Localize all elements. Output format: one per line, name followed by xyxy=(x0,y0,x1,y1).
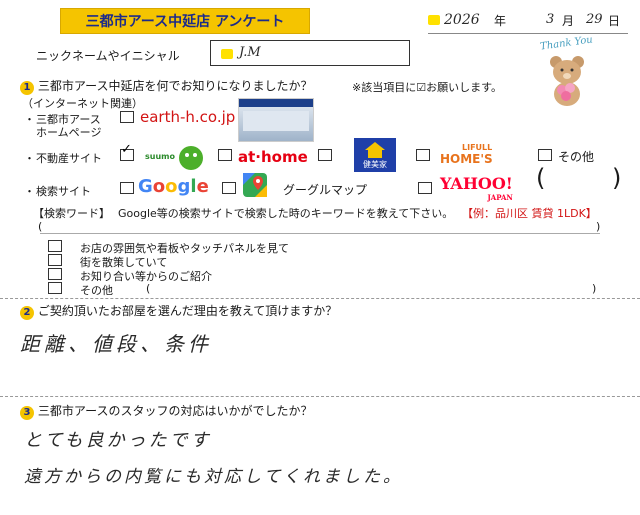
q3-answer-line-1: とても良かったです xyxy=(24,430,212,451)
section-divider xyxy=(0,298,640,299)
q1-question-text: 三都市アース中延店を何でお知りになりましたか？ xyxy=(37,79,313,93)
yahoo-sub: JAPAN xyxy=(487,193,513,202)
keyword-paren-open: ( xyxy=(38,220,43,233)
google-letter: e xyxy=(196,176,209,197)
keyword-label: 【検索ワード】 xyxy=(33,207,110,220)
keyword-example: 【例：品川区 賃貸 1LDK】 xyxy=(462,207,597,220)
q2-answer: 距離、値段、条件 xyxy=(20,332,212,356)
homepage-screenshot-image xyxy=(238,98,314,142)
offline-other-paren-open: ( xyxy=(146,282,151,295)
checkmark-icon: ✓ xyxy=(121,142,132,157)
q2-question-text: ご契約頂いたお部屋を選んだ理由を教えて頂けますか？ xyxy=(37,304,338,318)
kenbiya-checkbox[interactable] xyxy=(318,149,332,161)
offline-checkbox[interactable] xyxy=(48,254,62,266)
date-day-label: 日 xyxy=(608,14,621,28)
kenbiya-text: 健美家 xyxy=(363,160,387,169)
q1-question: 1 三都市アース中延店を何でお知りになりましたか？ xyxy=(20,77,313,95)
lifull-checkbox[interactable] xyxy=(416,149,430,161)
offline-checkbox[interactable] xyxy=(48,240,62,252)
house-icon xyxy=(365,142,385,158)
offline-checkbox[interactable] xyxy=(48,268,62,280)
google-maps-icon xyxy=(243,173,267,197)
q1-number: 1 xyxy=(20,81,34,95)
nickname-value: J.M xyxy=(239,45,261,60)
yahoo-text: YAHOO! xyxy=(440,174,513,193)
thank-you-text: Thank You xyxy=(539,34,594,53)
nickname-label: ニックネームやイニシャル xyxy=(36,49,180,63)
bear-illustration-icon xyxy=(550,56,584,106)
q1-note: ※該当項目に☑お願いします。 xyxy=(352,81,502,94)
nickname-field[interactable]: J.M xyxy=(210,40,410,66)
homes-text: HOME'S xyxy=(440,152,493,166)
athome-logo: at·home xyxy=(238,148,308,166)
memo-icon xyxy=(221,49,233,59)
lifull-logo: LIFULL HOME'S xyxy=(440,143,493,166)
q3-question: 3 三都市アースのスタッフの対応はいかがでしたか？ xyxy=(20,402,313,420)
date-year-value: 2026 xyxy=(444,12,480,28)
google-letter: g xyxy=(177,176,191,197)
page-title: 三都市アース中延店 アンケート xyxy=(60,8,310,34)
date-year-label: 年 xyxy=(494,14,507,28)
search-bullet: ・ xyxy=(24,185,35,198)
suumo-logo: suumo xyxy=(145,152,175,161)
other-search-paren-close: ) xyxy=(612,164,622,192)
internet-label: （インターネット関連） xyxy=(22,97,143,110)
date-month-label: 月 xyxy=(562,14,575,28)
homepage-label-2: ホームページ xyxy=(36,126,102,139)
keyword-text: Google等の検索サイトで検索した時のキーワードを教えて下さい。 xyxy=(118,207,454,220)
date-field: 2026 年 3 月 29 日 xyxy=(428,10,628,34)
homepage-bullet: ・ xyxy=(24,113,35,126)
yahoo-logo: YAHOO! JAPAN xyxy=(440,174,513,202)
date-month-value: 3 xyxy=(546,12,555,27)
date-day-value: 29 xyxy=(586,12,603,27)
suumo-mascot-icon xyxy=(179,146,203,170)
q3-answer-line-2: 遠方からの内覧にも対応してくれました。 xyxy=(24,467,403,487)
realestate-label: 不動産サイト xyxy=(36,152,102,165)
googlemap-checkbox[interactable] xyxy=(222,182,236,194)
other-site-checkbox[interactable] xyxy=(538,149,552,161)
offline-checkbox[interactable] xyxy=(48,282,62,294)
athome-checkbox[interactable] xyxy=(218,149,232,161)
q2-question: 2 ご契約頂いたお部屋を選んだ理由を教えて頂けますか？ xyxy=(20,302,337,320)
other-site-label: その他 xyxy=(558,150,595,164)
search-label: 検索サイト xyxy=(36,185,91,198)
realestate-bullet: ・ xyxy=(24,152,35,165)
kenbiya-logo: 健美家 xyxy=(354,138,396,172)
homepage-checkbox[interactable] xyxy=(120,111,134,123)
google-logo: Google xyxy=(138,176,209,197)
google-checkbox[interactable] xyxy=(120,182,134,194)
google-letter: o xyxy=(165,176,178,197)
offline-other-paren-close: ) xyxy=(592,282,597,295)
q2-number: 2 xyxy=(20,306,34,320)
yahoo-checkbox[interactable] xyxy=(418,182,432,194)
google-letter: o xyxy=(152,176,166,197)
offline-item: その他 xyxy=(80,284,113,297)
keyword-line[interactable] xyxy=(40,233,600,234)
q3-number: 3 xyxy=(20,406,34,420)
other-search-paren-open: ( xyxy=(536,164,546,192)
memo-icon xyxy=(428,15,440,25)
google-letter: G xyxy=(138,176,153,197)
homepage-url: earth-h.co.jp xyxy=(140,108,236,126)
googlemap-label: グーグルマップ xyxy=(283,183,368,197)
keyword-paren-close: ) xyxy=(596,220,601,233)
q3-question-text: 三都市アースのスタッフの対応はいかがでしたか？ xyxy=(37,404,313,418)
lifull-text: LIFULL xyxy=(462,143,493,152)
section-divider xyxy=(0,396,640,397)
